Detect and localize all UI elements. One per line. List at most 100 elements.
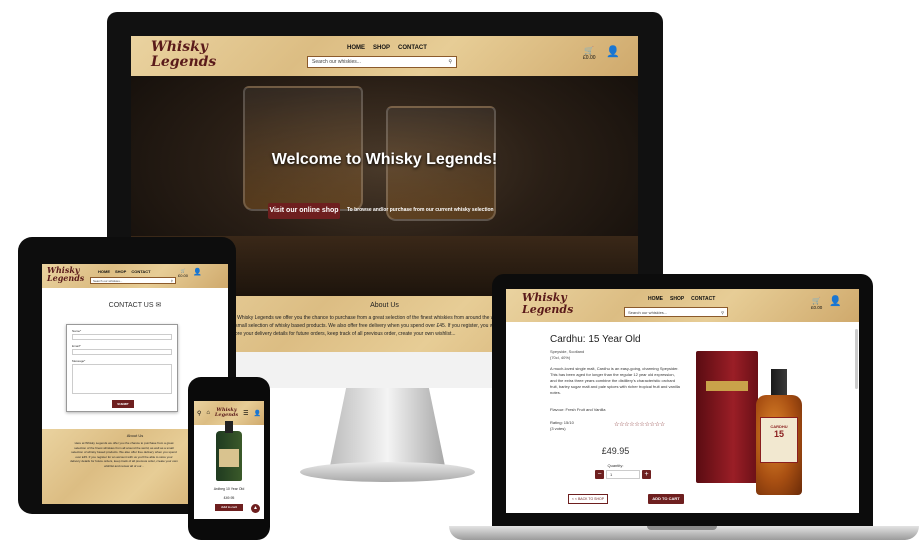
visit-shop-button[interactable]: Visit our online shop [268, 203, 340, 219]
monitor-stand [330, 388, 445, 466]
search-placeholder: Search our whiskies... [312, 59, 361, 65]
tablet-logo-line-2: Legends [47, 273, 85, 284]
main-nav: HOME SHOP CONTACT [347, 45, 427, 51]
laptop-nav-shop[interactable]: SHOP [670, 296, 684, 302]
cart-link[interactable]: 🛒 £0.00 [583, 46, 596, 61]
phone-product-name[interactable]: Ardbeg 10 Year Old [194, 487, 264, 491]
product-description: A much-loved single malt, Cardhu is an e… [550, 366, 680, 395]
product-title: Cardhu: 15 Year Old [550, 334, 641, 345]
product-box-image [696, 351, 758, 483]
email-label: Email* [72, 344, 81, 348]
bottle-label: CARDHU 15 [760, 417, 798, 463]
cart-total: £0.00 [583, 55, 596, 61]
phone-search-icon[interactable]: ⚲ [197, 410, 201, 417]
tablet-header: Whisky Legends HOME SHOP CONTACT Search … [42, 264, 228, 288]
increment-button[interactable]: + [642, 470, 651, 479]
rating-stars-icon[interactable]: ☆☆☆☆☆☆☆☆☆☆ [614, 421, 665, 428]
name-field[interactable] [72, 334, 172, 340]
decrement-button[interactable]: − [595, 470, 604, 479]
laptop-header: Whisky Legends HOME SHOP CONTACT Search … [506, 289, 859, 322]
message-label: Message* [72, 359, 86, 363]
product-bottle-image: CARDHU 15 [754, 369, 804, 495]
laptop-search-input[interactable]: Search our whiskies... ⚲ [624, 307, 728, 317]
laptop-logo[interactable]: Whisky Legends [522, 292, 573, 315]
laptop-search-icon[interactable]: ⚲ [721, 310, 724, 315]
product-meta: Speyside, Scotland (70cl, 40%) [550, 349, 584, 360]
tablet-nav: HOME SHOP CONTACT [98, 269, 151, 274]
laptop-logo-line-1: Whisky [522, 291, 567, 304]
laptop-cart-icon: 🛒 [812, 298, 821, 305]
envelope-icon: ✉ [155, 302, 162, 309]
phone-account-icon[interactable]: 👤 [254, 410, 261, 417]
nav-contact[interactable]: CONTACT [398, 45, 427, 51]
phone-menu-icon[interactable]: ☰ [243, 410, 248, 417]
laptop-device: Whisky Legends HOME SHOP CONTACT Search … [492, 274, 873, 528]
tablet-logo[interactable]: Whisky Legends [47, 266, 84, 283]
phone-logo-line-2: Legends [214, 412, 239, 418]
rating-count: (3 votes) [550, 426, 566, 431]
tablet-nav-home[interactable]: HOME [98, 269, 110, 274]
tablet-search-icon[interactable]: ⚲ [171, 279, 173, 283]
quantity-stepper: − 1 + [595, 470, 651, 479]
message-field[interactable] [72, 364, 172, 394]
hero-title: Welcome to Whisky Legends! [271, 151, 498, 168]
name-label: Name* [72, 329, 82, 333]
logo-line-2: Legends [151, 53, 217, 70]
submit-button[interactable]: SUBMIT [112, 400, 134, 408]
laptop-account-icon[interactable]: 👤 [829, 296, 841, 307]
tablet-nav-shop[interactable]: SHOP [115, 269, 126, 274]
logo-line-1: Whisky [151, 39, 208, 55]
laptop-logo-line-2: Legends [522, 302, 574, 316]
bottle-age: 15 [773, 429, 784, 439]
laptop-nav-contact[interactable]: CONTACT [691, 296, 715, 302]
add-to-cart-button[interactable]: ADD TO CART [648, 494, 684, 504]
back-to-shop-button[interactable]: < < BACK TO SHOP [568, 494, 608, 504]
cart-icon: 🛒 [584, 46, 595, 55]
hero-glass-left [243, 86, 363, 211]
nav-shop[interactable]: SHOP [373, 45, 390, 51]
email-field[interactable] [72, 349, 172, 355]
account-icon[interactable]: 👤 [606, 45, 620, 58]
scroll-to-top-icon[interactable]: ▲ [251, 504, 260, 513]
product-specs: (70cl, 40%) [550, 354, 571, 360]
box-gold-band [706, 381, 748, 391]
site-logo[interactable]: Whisky Legends [151, 40, 216, 69]
search-icon[interactable]: ⚲ [448, 59, 452, 65]
tablet-cart-total: £0.00 [178, 273, 189, 278]
contact-form: Name* Email* Message* SUBMIT [66, 324, 178, 412]
tablet-search-placeholder: Search our whiskies... [93, 278, 123, 283]
phone-device: ⚲ ⌂ Whisky Legends ☰ 👤 Ardbeg 10 Year Ol… [188, 377, 270, 540]
phone-add-to-cart-button[interactable]: Add to cart [215, 504, 243, 511]
monitor-base [300, 462, 475, 482]
nav-home[interactable]: HOME [347, 45, 365, 51]
phone-logo[interactable]: Whisky Legends [214, 407, 239, 419]
laptop-screen: Whisky Legends HOME SHOP CONTACT Search … [506, 289, 859, 513]
product-region: Speyside, Scotland [550, 349, 585, 354]
quantity-label: Quantity: [607, 463, 624, 468]
product-price: £49.95 [601, 446, 630, 456]
product-flavour: Flavour: Fresh Fruit and Vanilla [550, 407, 606, 412]
tablet-search-input[interactable]: Search our whiskies... ⚲ [90, 277, 176, 284]
responsive-mockup: Whisky Legends HOME SHOP CONTACT Search … [0, 0, 923, 555]
phone-screen: ⚲ ⌂ Whisky Legends ☰ 👤 Ardbeg 10 Year Ol… [194, 401, 264, 519]
site-header: Whisky Legends HOME SHOP CONTACT Search … [131, 36, 638, 76]
product-rating: Rating: 15/10 (3 votes) [550, 420, 574, 432]
laptop-cart-total: £0.00 [811, 305, 823, 310]
quantity-input[interactable]: 1 [606, 470, 640, 479]
tablet-account-icon[interactable]: 👤 [193, 268, 202, 276]
laptop-nav: HOME SHOP CONTACT [648, 296, 715, 302]
search-input[interactable]: Search our whiskies... ⚲ [307, 56, 457, 68]
phone-product-image[interactable] [216, 421, 242, 481]
scrollbar[interactable] [855, 329, 858, 389]
tablet-nav-contact[interactable]: CONTACT [131, 269, 150, 274]
phone-bottle-label [219, 449, 239, 467]
phone-product-price: £49.95 [223, 496, 235, 500]
contact-title-text: CONTACT US [108, 302, 154, 309]
tablet-cart-link[interactable]: 🛒 £0.00 [178, 268, 188, 278]
laptop-nav-home[interactable]: HOME [648, 296, 663, 302]
hero-browse-text: To browse and/or purchase from our curre… [347, 207, 494, 213]
about-text: At Whisky Legends we offer you the chanc… [231, 315, 528, 337]
laptop-search-placeholder: Search our whiskies... [628, 309, 668, 315]
phone-home-icon[interactable]: ⌂ [206, 410, 210, 416]
laptop-cart-link[interactable]: 🛒 £0.00 [811, 297, 822, 310]
